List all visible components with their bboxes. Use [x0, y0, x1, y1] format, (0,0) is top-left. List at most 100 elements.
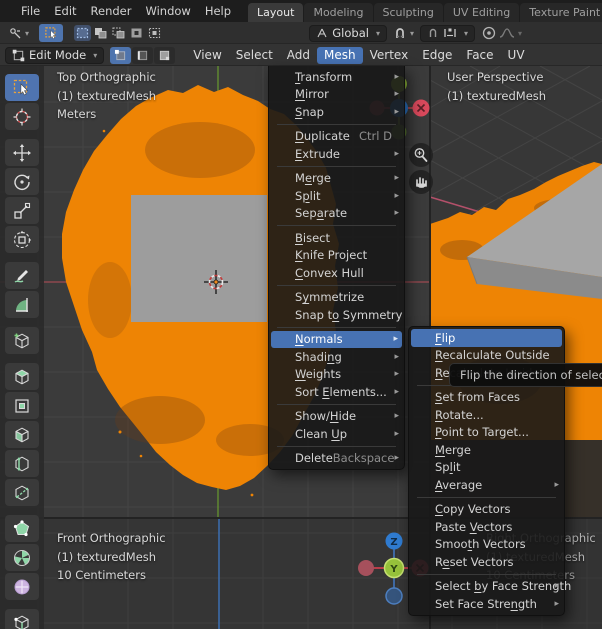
tool-spin[interactable]: [5, 544, 39, 571]
tab-sculpting[interactable]: Sculpting: [374, 3, 443, 22]
tool-smooth[interactable]: [5, 573, 39, 600]
select-mode-vertex[interactable]: [110, 47, 131, 64]
tool-poly-build[interactable]: [5, 515, 39, 542]
tab-layout[interactable]: Layout: [248, 3, 303, 22]
tool-annotate[interactable]: [5, 262, 39, 289]
menu-item-clean-up[interactable]: Clean Up: [269, 425, 404, 443]
workspace-tabs: Layout Modeling Sculpting UV Editing Tex…: [248, 0, 602, 22]
menu-edit[interactable]: Edit: [47, 0, 83, 22]
menu-item-snap[interactable]: Snap: [269, 103, 404, 121]
tab-uv-editing[interactable]: UV Editing: [444, 3, 519, 22]
header-menu-face[interactable]: Face: [459, 47, 500, 64]
menu-item-sort-elements[interactable]: Sort Elements...: [269, 383, 404, 401]
menu-separator: [269, 401, 404, 408]
menu-render[interactable]: Render: [84, 0, 139, 22]
submenu-item-merge[interactable]: Merge: [409, 441, 564, 459]
select-mode-face[interactable]: [154, 47, 175, 64]
header-menu-vertex[interactable]: Vertex: [363, 47, 416, 64]
menu-window[interactable]: Window: [138, 0, 197, 22]
transform-orientation-dropdown[interactable]: Global: [309, 25, 387, 42]
select-mode-invert[interactable]: [128, 25, 145, 41]
submenu-item-split[interactable]: Split: [409, 459, 564, 477]
menu-item-transform[interactable]: Transform: [269, 68, 404, 86]
menu-item-mirror[interactable]: Mirror: [269, 86, 404, 104]
header-menu-view[interactable]: View: [186, 47, 228, 64]
select-mode-edge[interactable]: [132, 47, 153, 64]
tooltip: Flip the direction of selected faces: [449, 363, 602, 387]
header-menu-edge[interactable]: Edge: [415, 47, 459, 64]
menu-item-weights[interactable]: Weights: [269, 366, 404, 384]
menu-item-knife-project[interactable]: Knife Project: [269, 247, 404, 265]
tool-extrude-region[interactable]: [5, 363, 39, 390]
annotate-pen-icon: [12, 266, 32, 286]
tool-select-box[interactable]: [5, 74, 39, 101]
menu-item-shading[interactable]: Shading: [269, 348, 404, 366]
submenu-item-paste-vectors[interactable]: Paste Vectors: [409, 518, 564, 536]
menu-item-bisect[interactable]: Bisect: [269, 229, 404, 247]
tool-scale[interactable]: [5, 197, 39, 224]
submenu-item-set-face-strength[interactable]: Set Face Strength: [409, 595, 564, 613]
submenu-item-average[interactable]: Average: [409, 476, 564, 494]
submenu-item-smooth-vectors[interactable]: Smooth Vectors: [409, 536, 564, 554]
move-icon: [12, 143, 32, 163]
snapping-toggle[interactable]: [393, 26, 414, 40]
submenu-item-select-by-face-strength[interactable]: Select by Face Strength: [409, 578, 564, 596]
zoom-button[interactable]: [409, 143, 433, 167]
menu-item-merge[interactable]: Merge: [269, 170, 404, 188]
tool-bevel[interactable]: [5, 421, 39, 448]
select-mode-extend[interactable]: [92, 25, 109, 41]
select-mode-subtract[interactable]: [110, 25, 127, 41]
menu-item-snap-to-symmetry[interactable]: Snap to Symmetry: [269, 306, 404, 324]
menu-item-convex-hull[interactable]: Convex Hull: [269, 264, 404, 282]
menu-item-split[interactable]: Split: [269, 187, 404, 205]
menu-help[interactable]: Help: [198, 0, 238, 22]
submenu-item-copy-vectors[interactable]: Copy Vectors: [409, 501, 564, 519]
tool-rotate[interactable]: [5, 168, 39, 195]
active-tool-dropdown[interactable]: [8, 26, 29, 40]
menu-item-delete[interactable]: DeleteBackspace: [269, 450, 404, 468]
tool-cursor[interactable]: [5, 103, 39, 130]
proportional-falloff-dropdown[interactable]: [499, 27, 522, 39]
menu-item-normals[interactable]: Normals: [271, 331, 402, 349]
snap-settings-dropdown[interactable]: [420, 25, 475, 42]
submenu-item-set-from-faces[interactable]: Set from Faces: [409, 389, 564, 407]
header-menu-mesh[interactable]: Mesh: [317, 47, 363, 64]
tool-add-cube[interactable]: [5, 327, 39, 354]
gizmo-ball-x-neg[interactable]: [358, 560, 374, 576]
magnet-icon: [393, 26, 407, 40]
pan-hand-button[interactable]: [409, 170, 433, 194]
menu-item-show-hide[interactable]: Show/Hide: [269, 408, 404, 426]
gizmo-ball-z-neg[interactable]: [386, 588, 402, 604]
submenu-item-rotate[interactable]: Rotate...: [409, 406, 564, 424]
tool-measure[interactable]: [5, 291, 39, 318]
tool-transform[interactable]: [5, 226, 39, 253]
tool-edge-slide[interactable]: [5, 609, 39, 629]
menu-item-duplicate[interactable]: DuplicateCtrl D: [269, 128, 404, 146]
header-menu-select[interactable]: Select: [229, 47, 280, 64]
gizmo-label-z: Z: [390, 537, 397, 548]
tab-texture-paint[interactable]: Texture Paint: [520, 3, 602, 22]
submenu-item-reset-vectors[interactable]: Reset Vectors: [409, 553, 564, 571]
submenu-item-point-to-target[interactable]: Point to Target...: [409, 424, 564, 442]
menu-item-symmetrize[interactable]: Symmetrize: [269, 289, 404, 307]
menu-item-separate[interactable]: Separate: [269, 205, 404, 223]
tool-knife[interactable]: [5, 479, 39, 506]
plane-top-view[interactable]: [131, 195, 267, 322]
tab-modeling[interactable]: Modeling: [304, 3, 372, 22]
menu-item-extrude[interactable]: Extrude: [269, 145, 404, 163]
gizmo-label-y: Y: [389, 564, 398, 575]
select-mode-intersect[interactable]: [146, 25, 163, 41]
header-menu-uv[interactable]: UV: [501, 47, 532, 64]
active-tool-select-box-button[interactable]: [39, 24, 63, 42]
menu-file[interactable]: File: [14, 0, 47, 22]
proportional-editing-toggle[interactable]: [481, 25, 498, 41]
mode-dropdown[interactable]: Edit Mode: [5, 47, 104, 64]
tool-settings-bar: Global: [0, 22, 602, 44]
submenu-item-flip[interactable]: Flip: [411, 329, 562, 347]
submenu-item-recalculate-outside[interactable]: Recalculate Outside: [409, 347, 564, 365]
tool-loop-cut[interactable]: [5, 450, 39, 477]
tool-move[interactable]: [5, 139, 39, 166]
header-menu-add[interactable]: Add: [280, 47, 317, 64]
tool-inset-faces[interactable]: [5, 392, 39, 419]
select-mode-set[interactable]: [74, 25, 91, 41]
